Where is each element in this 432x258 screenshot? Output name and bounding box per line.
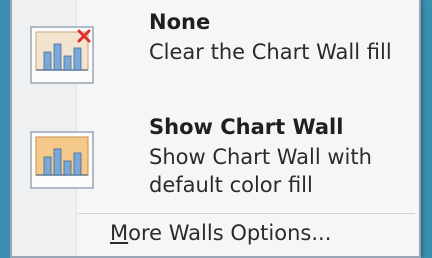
menu-separator (78, 213, 415, 214)
menu-item-show-chart-wall-description: Show Chart Wall with default color fill (149, 145, 372, 197)
menu-item-none[interactable]: None Clear the Chart Wall fill (12, 10, 419, 110)
menu-item-show-chart-wall-title: Show Chart Wall (149, 115, 344, 139)
chart-wall-none-icon (30, 26, 94, 84)
menu-item-none-description: Clear the Chart Wall fill (149, 40, 392, 64)
menu-item-none-title: None (149, 10, 211, 34)
more-walls-options-label: ore Walls Options... (128, 221, 332, 245)
more-walls-options-item[interactable]: More Walls Options... (110, 221, 331, 245)
chart-wall-show-icon (30, 131, 94, 189)
mnemonic-letter: M (110, 221, 129, 245)
chart-wall-dropdown-menu: None Clear the Chart Wall fill Show Char… (10, 0, 421, 258)
menu-item-show-chart-wall[interactable]: Show Chart Wall Show Chart Wall with def… (12, 115, 419, 207)
